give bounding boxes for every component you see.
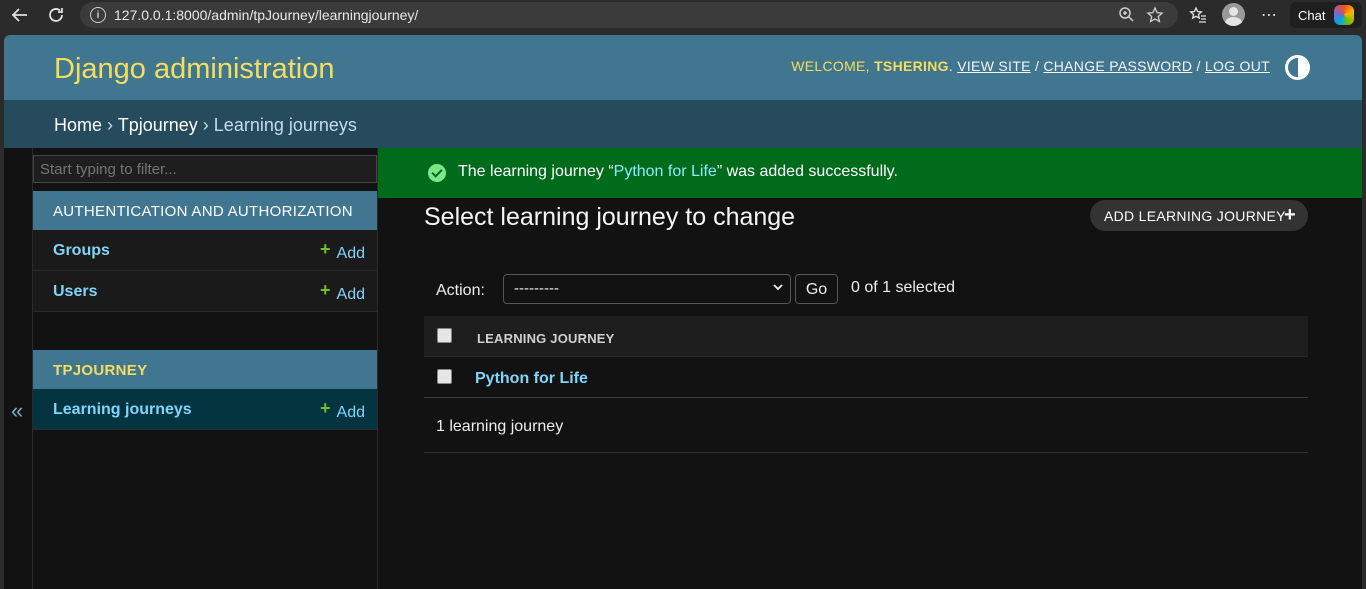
sidebar-item-label[interactable]: Users	[53, 283, 97, 301]
refresh-icon[interactable]	[44, 3, 68, 27]
sidebar-item-users[interactable]: Users + Add	[33, 271, 377, 312]
result-count: 1 learning journey	[424, 398, 1308, 453]
message-suffix: ” was added successfully.	[716, 163, 898, 180]
username: TSHERING	[874, 58, 949, 74]
toggle-sidebar-button[interactable]: «	[4, 148, 33, 589]
go-button[interactable]: Go	[795, 274, 838, 304]
sidebar-item-learning-journeys[interactable]: Learning journeys + Add	[33, 389, 377, 430]
breadcrumb-current: Learning journeys	[213, 115, 357, 135]
plus-icon: +	[1284, 204, 1296, 226]
module-caption-auth[interactable]: AUTHENTICATION AND AUTHORIZATION	[33, 191, 377, 230]
module-caption-tpjourney[interactable]: TPJOURNEY	[33, 350, 377, 389]
user-tools: WELCOME, TSHERING. VIEW SITE / CHANGE PA…	[791, 58, 1270, 74]
message-prefix: The learning journey “	[458, 163, 614, 180]
address-bar[interactable]: i 127.0.0.1:8000/admin/tpJourney/learnin…	[80, 2, 1178, 28]
more-menu-icon[interactable]: ⋯	[1257, 3, 1281, 27]
site-info-icon[interactable]: i	[90, 7, 106, 23]
favorite-star-icon[interactable]	[1146, 6, 1164, 29]
page-title: Select learning journey to change	[424, 203, 796, 231]
chat-label: Chat	[1298, 7, 1326, 23]
favorites-list-icon[interactable]	[1186, 3, 1210, 27]
separator: /	[1034, 58, 1040, 74]
sidebar-item-groups[interactable]: Groups + Add	[33, 230, 377, 271]
chevron-down-icon	[772, 281, 784, 296]
url-text: 127.0.0.1:8000/admin/tpJourney/learningj…	[114, 7, 419, 23]
plus-icon: +	[320, 239, 331, 259]
collapse-sidebar-icon: «	[11, 398, 24, 423]
breadcrumb-home[interactable]: Home	[54, 115, 102, 135]
log-out-link[interactable]: LOG OUT	[1205, 58, 1270, 74]
result-list-table: LEARNING JOURNEY Python for Life	[424, 316, 1308, 398]
add-label: Add	[336, 286, 365, 303]
add-users-link[interactable]: + Add	[320, 280, 365, 304]
message-object-link[interactable]: Python for Life	[614, 163, 717, 180]
theme-toggle-icon[interactable]	[1285, 55, 1310, 80]
chat-button[interactable]: Chat	[1290, 2, 1362, 28]
success-message: The learning journey “Python for Life” w…	[378, 148, 1362, 198]
sidebar-item-label[interactable]: Groups	[53, 242, 110, 260]
add-learning-journey-button[interactable]: ADD LEARNING JOURNEY +	[1090, 200, 1308, 231]
breadcrumb: Home › Tpjourney › Learning journeys	[4, 100, 1362, 148]
breadcrumb-app[interactable]: Tpjourney	[118, 115, 198, 135]
admin-header: Django administration WELCOME, TSHERING.…	[4, 35, 1362, 100]
separator: /	[1196, 58, 1201, 74]
plus-icon: +	[320, 398, 331, 418]
action-select-value: ---------	[514, 280, 559, 297]
back-arrow-icon[interactable]	[8, 3, 32, 27]
add-label: Add	[336, 245, 365, 262]
table-row: Python for Life	[424, 357, 1308, 398]
learning-journey-link[interactable]: Python for Life	[475, 370, 588, 388]
change-password-link[interactable]: CHANGE PASSWORD	[1043, 58, 1192, 74]
view-site-link[interactable]: VIEW SITE	[957, 58, 1031, 74]
django-admin-page: Django administration WELCOME, TSHERING.…	[4, 35, 1362, 589]
select-all-checkbox[interactable]	[437, 328, 452, 343]
add-groups-link[interactable]: + Add	[320, 239, 365, 263]
action-label: Action:	[436, 282, 485, 299]
sidebar-item-label[interactable]: Learning journeys	[53, 401, 192, 419]
selected-count: 0 of 1 selected	[851, 279, 956, 296]
breadcrumb-separator: ›	[107, 115, 114, 135]
copilot-icon	[1334, 5, 1354, 25]
plus-icon: +	[320, 280, 331, 300]
table-header: LEARNING JOURNEY	[424, 316, 1308, 357]
add-button-label: ADD LEARNING JOURNEY	[1104, 208, 1286, 224]
zoom-icon[interactable]	[1118, 6, 1134, 27]
browser-toolbar: i 127.0.0.1:8000/admin/tpJourney/learnin…	[0, 0, 1366, 30]
success-check-icon	[428, 164, 446, 182]
column-header-learning-journey[interactable]: LEARNING JOURNEY	[477, 331, 615, 346]
row-select-checkbox[interactable]	[437, 369, 452, 384]
welcome-text: WELCOME,	[791, 58, 870, 74]
nav-sidebar: AUTHENTICATION AND AUTHORIZATION Groups …	[33, 148, 378, 589]
add-label: Add	[336, 404, 365, 421]
breadcrumb-separator: ›	[202, 115, 209, 135]
action-select[interactable]: ---------	[503, 274, 791, 304]
sidebar-filter-input[interactable]	[33, 155, 377, 183]
add-learning-journey-link[interactable]: + Add	[320, 398, 365, 422]
site-name[interactable]: Django administration	[54, 53, 334, 86]
profile-avatar[interactable]	[1222, 3, 1245, 26]
